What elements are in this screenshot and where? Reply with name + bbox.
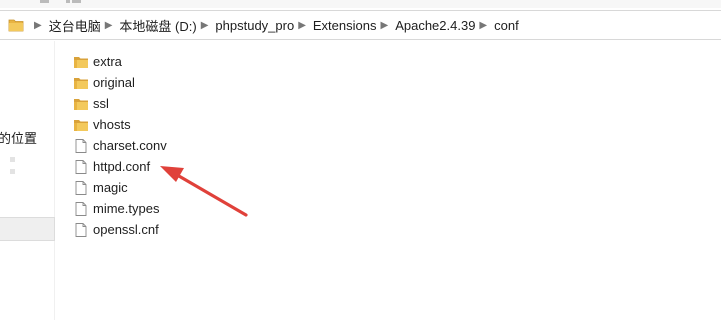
file-name: openssl.cnf — [93, 222, 159, 237]
chevron-right-icon[interactable]: ▶ — [105, 20, 113, 31]
file-name: original — [93, 75, 135, 90]
folder-icon — [73, 96, 89, 112]
file-icon — [73, 138, 89, 154]
file-name: ssl — [93, 96, 109, 111]
file-name: vhosts — [93, 117, 131, 132]
file-icon — [73, 159, 89, 175]
toolbar-fragment — [40, 0, 49, 3]
folder-icon — [73, 75, 89, 91]
chevron-right-icon[interactable]: ▶ — [298, 20, 306, 31]
file-name: charset.conv — [93, 138, 167, 153]
list-item-charset-conv[interactable]: charset.conv — [73, 135, 273, 156]
file-name: httpd.conf — [93, 159, 151, 174]
file-icon — [73, 201, 89, 217]
breadcrumb-phpstudy[interactable]: phpstudy_pro — [215, 18, 294, 33]
folder-icon — [73, 54, 89, 70]
file-icon — [73, 180, 89, 196]
red-arrow-annotation — [160, 166, 248, 217]
list-item-extra[interactable]: extra — [73, 51, 273, 72]
chevron-right-icon[interactable]: ▶ — [34, 20, 42, 31]
toolbar-strip — [0, 0, 721, 8]
breadcrumb-this-pc[interactable]: 这台电脑 — [49, 16, 101, 35]
file-name: extra — [93, 54, 122, 69]
nav-item-selected[interactable] — [0, 217, 55, 241]
folder-icon — [8, 18, 24, 32]
toolbar-fragment — [72, 0, 81, 3]
breadcrumb-extensions[interactable]: Extensions — [313, 18, 377, 33]
breadcrumb-local-disk[interactable]: 本地磁盘 (D:) — [119, 16, 196, 35]
navigation-pane: 的位置 — [0, 41, 55, 320]
explorer-window: ▶ 这台电脑 ▶ 本地磁盘 (D:) ▶ phpstudy_pro ▶ Exte… — [0, 0, 721, 320]
chevron-right-icon[interactable]: ▶ — [380, 20, 388, 31]
nav-item-recent-places[interactable]: 的位置 — [0, 128, 37, 147]
file-icon — [73, 222, 89, 238]
nav-item-fragment — [10, 169, 15, 174]
list-item-ssl[interactable]: ssl — [73, 93, 273, 114]
file-name: magic — [93, 180, 128, 195]
nav-item-fragment — [10, 157, 15, 162]
address-bar[interactable]: ▶ 这台电脑 ▶ 本地磁盘 (D:) ▶ phpstudy_pro ▶ Exte… — [0, 10, 721, 40]
breadcrumb-apache[interactable]: Apache2.4.39 — [395, 18, 475, 33]
chevron-right-icon[interactable]: ▶ — [479, 20, 487, 31]
list-item-vhosts[interactable]: vhosts — [73, 114, 273, 135]
list-item-original[interactable]: original — [73, 72, 273, 93]
toolbar-fragment — [66, 0, 70, 3]
chevron-right-icon[interactable]: ▶ — [201, 20, 209, 31]
breadcrumb-conf[interactable]: conf — [494, 18, 519, 33]
folder-icon — [73, 117, 89, 133]
